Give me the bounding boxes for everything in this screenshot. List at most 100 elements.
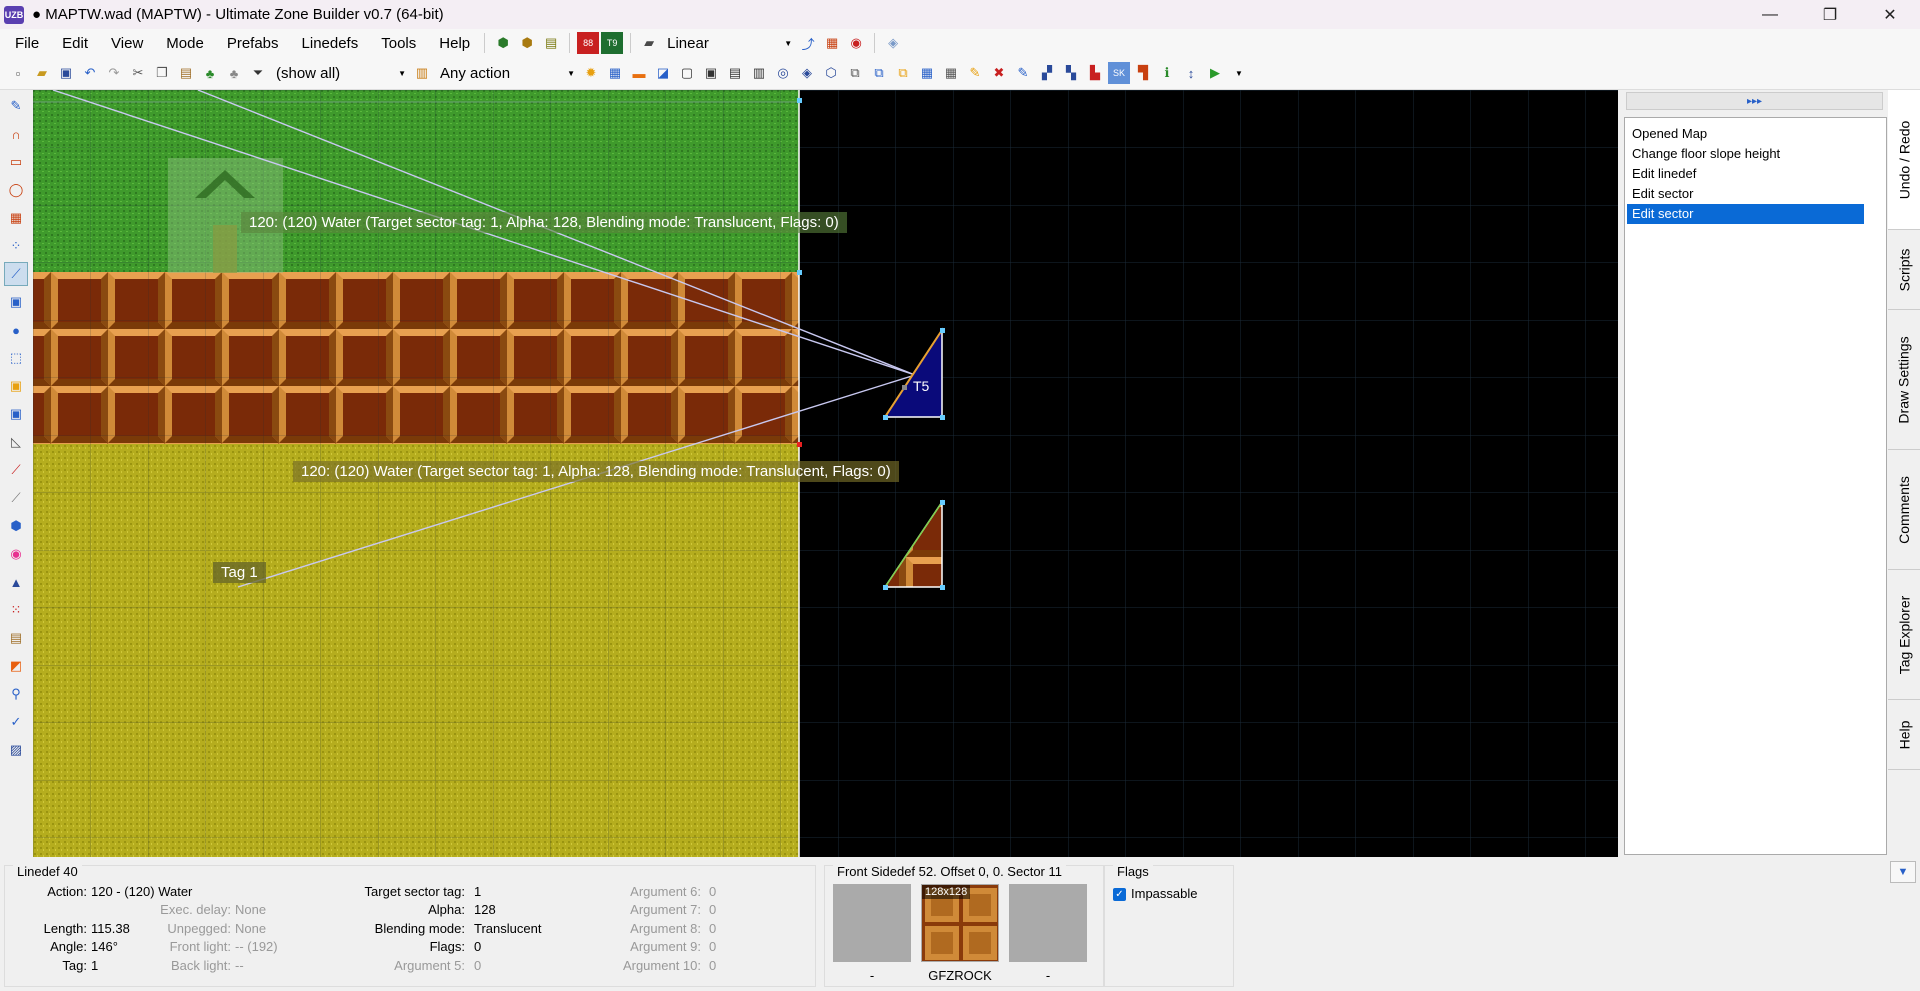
test-map-icon[interactable]: ▶ (1204, 62, 1226, 84)
cube-icon[interactable]: ⬢ (4, 514, 28, 538)
checkbox-checked-icon[interactable]: ✓ (1113, 888, 1126, 902)
draw-ellipse-icon[interactable]: ◯ (4, 178, 28, 202)
things-mode-icon[interactable]: ● (4, 318, 28, 342)
bridge-icon[interactable]: ▤ (4, 626, 28, 650)
tag-icon[interactable]: ◈ (882, 32, 904, 54)
linedef-action-icon[interactable]: ▥ (411, 62, 433, 84)
tab-tag-explorer[interactable]: Tag Explorer (1888, 570, 1920, 700)
tab-undo-redo[interactable]: Undo / Redo (1888, 90, 1920, 230)
flag-impassable[interactable]: ✓ Impassable (1113, 886, 1197, 902)
texture-browser-icon[interactable]: ✎ (1012, 62, 1034, 84)
lower-texture[interactable] (1009, 884, 1087, 962)
curve-icon[interactable]: ⤴ (797, 32, 819, 54)
view-normal-icon[interactable]: ▢ (676, 62, 698, 84)
menu-linedefs[interactable]: Linedefs (287, 35, 367, 52)
search-icon[interactable]: ⚲ (4, 682, 28, 706)
sector-filter-icon[interactable]: ▤ (540, 32, 562, 54)
map-canvas[interactable]: 120: (120) Water (Target sector tag: 1, … (33, 90, 1618, 857)
menu-file[interactable]: File (0, 35, 47, 52)
copy-props-icon[interactable]: ⧉ (844, 62, 866, 84)
new-map-icon[interactable]: ▫ (7, 62, 29, 84)
tab-scripts[interactable]: Scripts (1888, 230, 1920, 310)
snap-vertices-icon[interactable]: ◎ (772, 62, 794, 84)
linedefs-mode-icon[interactable]: ⟋ (4, 262, 28, 286)
draw-curve-icon[interactable]: ∩ (4, 122, 28, 146)
color-wheel-icon[interactable]: ◉ (4, 542, 28, 566)
comment-icon[interactable]: ▬ (628, 62, 650, 84)
interpolation-select[interactable]: Linear ▼ (661, 31, 797, 55)
undo-icon[interactable]: ↶ (79, 62, 101, 84)
find-replace-icon[interactable]: ✎ (964, 62, 986, 84)
cave-icon[interactable]: ▙ (1084, 62, 1106, 84)
menu-mode[interactable]: Mode (151, 35, 212, 52)
sky-icon[interactable]: SK (1108, 62, 1130, 84)
view-floors-icon[interactable]: ▤ (724, 62, 746, 84)
redo-icon[interactable]: ↷ (103, 62, 125, 84)
draw-rectangle-icon[interactable]: ▭ (4, 150, 28, 174)
draw-lines-icon[interactable]: ✎ (4, 94, 28, 118)
grid-setup-icon[interactable]: ▦ (916, 62, 938, 84)
thing-filter-select[interactable]: (show all) ▼ (270, 61, 410, 85)
ceiling-height-icon[interactable]: ▣ (4, 402, 28, 426)
undo-item[interactable]: Change floor slope height (1627, 144, 1864, 164)
tag-toggle-icon[interactable]: 88 (577, 32, 600, 54)
save-map-icon[interactable]: ▣ (55, 62, 77, 84)
grid-icon[interactable]: ▦ (604, 62, 626, 84)
line-red-icon[interactable]: ⟋ (4, 458, 28, 482)
tab-draw-settings[interactable]: Draw Settings (1888, 310, 1920, 450)
terrain-icon[interactable]: ▲ (4, 570, 28, 594)
sector-tools-icon[interactable]: ▞ (1036, 62, 1058, 84)
collapse-infobar-button[interactable]: ▼ (1890, 861, 1916, 883)
tab-help[interactable]: Help (1888, 700, 1920, 770)
fullbright-icon[interactable]: ◪ (652, 62, 674, 84)
menu-help[interactable]: Help (424, 35, 478, 52)
line-gray-icon[interactable]: ⟋ (4, 486, 28, 510)
image-icon[interactable]: ▨ (4, 738, 28, 762)
map-analysis-icon[interactable]: ✖ (988, 62, 1010, 84)
brightness-icon[interactable]: ✹ (580, 62, 602, 84)
view-brightness-icon[interactable]: ▣ (700, 62, 722, 84)
paint-icon[interactable]: ▰ (638, 32, 660, 54)
menu-edit[interactable]: Edit (47, 35, 96, 52)
paste-special-icon[interactable]: ⧉ (892, 62, 914, 84)
floor-height-icon[interactable]: ▣ (4, 374, 28, 398)
copy-icon[interactable]: ❐ (151, 62, 173, 84)
scatter-icon[interactable]: ⁙ (4, 598, 28, 622)
thing-filter-icon[interactable]: ⬢ (492, 32, 514, 54)
undo-item[interactable]: Edit sector (1627, 184, 1864, 204)
expand-panel-button[interactable]: ▸▸▸ (1626, 92, 1883, 110)
edit-selection-icon[interactable]: ⬚ (4, 346, 28, 370)
chevron-down-icon[interactable]: ▼ (1228, 62, 1250, 84)
upper-texture[interactable] (833, 884, 911, 962)
info-icon[interactable]: ℹ (1156, 62, 1178, 84)
vertices-mode-icon[interactable]: ⁘ (4, 234, 28, 258)
menu-view[interactable]: View (96, 35, 151, 52)
menu-prefabs[interactable]: Prefabs (212, 35, 287, 52)
script-tools-icon[interactable]: ▚ (1060, 62, 1082, 84)
fire-icon[interactable]: ▜ (1132, 62, 1154, 84)
menu-tools[interactable]: Tools (366, 35, 424, 52)
minimize-button[interactable]: — (1740, 0, 1800, 29)
view-ceilings-icon[interactable]: ▥ (748, 62, 770, 84)
pipe-icon[interactable]: ◩ (4, 654, 28, 678)
grid-snap-icon[interactable]: ▦ (821, 32, 843, 54)
maximize-button[interactable]: ❐ (1800, 0, 1860, 29)
grid-dynamic-icon[interactable]: ▦ (940, 62, 962, 84)
undo-item-selected[interactable]: Edit sector (1627, 204, 1864, 224)
cut-icon[interactable]: ✂ (127, 62, 149, 84)
slope-icon[interactable]: ◺ (4, 430, 28, 454)
t9-toggle-icon[interactable]: T9 (601, 32, 624, 54)
close-button[interactable]: ✕ (1860, 0, 1920, 29)
merge-geometry-icon[interactable]: ◈ (796, 62, 818, 84)
tab-comments[interactable]: Comments (1888, 450, 1920, 570)
undo-item[interactable]: Opened Map (1627, 124, 1864, 144)
3d-mode-icon[interactable]: ⬡ (820, 62, 842, 84)
draw-grid-icon[interactable]: ▦ (4, 206, 28, 230)
paste-icon[interactable]: ▤ (175, 62, 197, 84)
open-map-icon[interactable]: ▰ (31, 62, 53, 84)
filter-icon[interactable]: ⏷ (247, 62, 269, 84)
middle-texture[interactable]: 128x128 (921, 884, 999, 962)
sectors-mode-icon[interactable]: ▣ (4, 290, 28, 314)
insert-prefab-icon[interactable]: ♣ (199, 62, 221, 84)
check-icon[interactable]: ✓ (4, 710, 28, 734)
